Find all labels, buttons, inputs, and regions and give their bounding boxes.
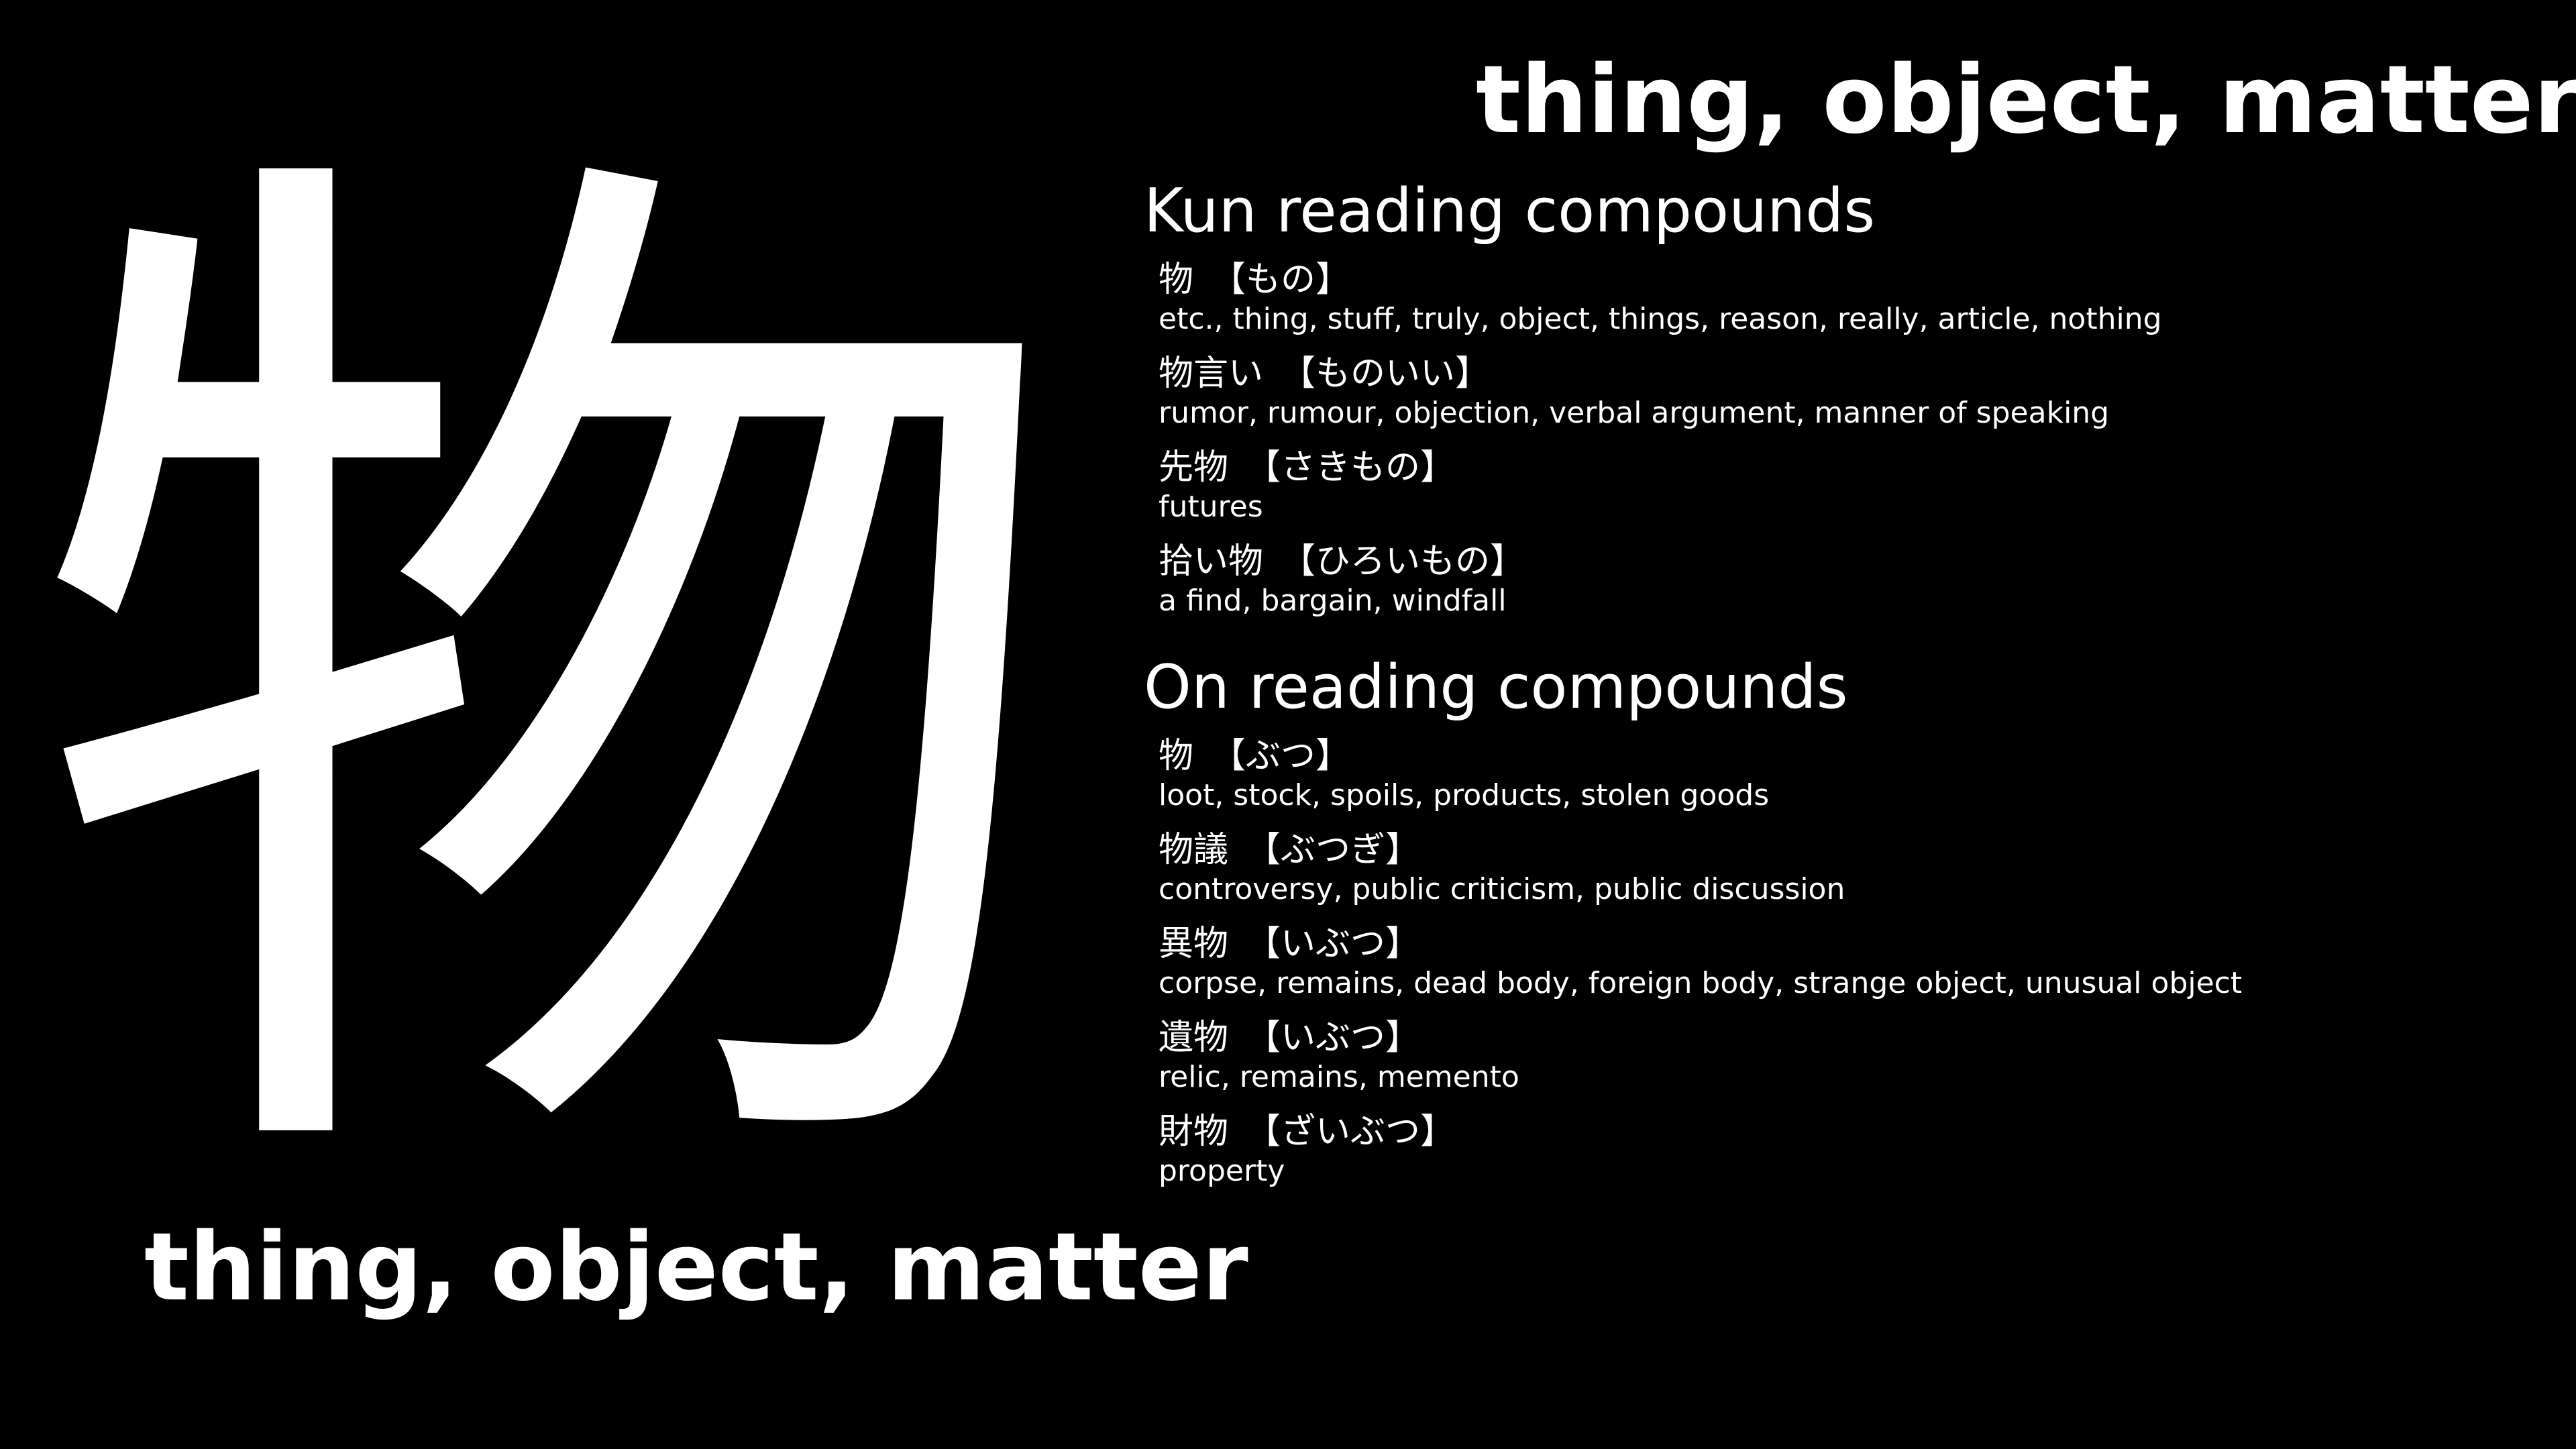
on-compound-entry: 財物 【ざいぶつ】 property — [1159, 1110, 2526, 1189]
meaning-heading-top: thing, object, matter — [1476, 46, 2576, 155]
compound-heading: 物議 【ぶつぎ】 — [1159, 828, 2526, 871]
compound-gloss: a find, bargain, windfall — [1159, 584, 1507, 618]
compound-gloss: property — [1159, 1154, 1285, 1188]
compound-reading: 【もの】 — [1211, 260, 1351, 300]
on-section-title: On reading compounds — [1144, 652, 1848, 722]
compound-heading: 異物 【いぶつ】 — [1159, 922, 2526, 965]
compound-reading: 【ざいぶつ】 — [1246, 1112, 1456, 1152]
kun-compound-entry: 物【もの】 etc., thing, stuff, truly, object,… — [1159, 258, 2526, 337]
compound-gloss: controversy, public criticism, public di… — [1159, 872, 1845, 906]
compound-gloss: corpse, remains, dead body, foreign body… — [1159, 966, 2243, 1000]
compound-word: 先物 — [1159, 447, 1229, 488]
on-compound-entry: 遺物 【いぶつ】 relic, remains, memento — [1159, 1016, 2526, 1095]
kun-reading-section: Kun reading compounds 物【もの】 etc., thing,… — [1144, 171, 2526, 634]
compound-reading: 【ぶつ】 — [1211, 736, 1351, 776]
compound-heading: 拾い物 【ひろいもの】 — [1159, 540, 2526, 583]
compound-word: 物言い — [1159, 354, 1264, 394]
on-compound-entry: 物議 【ぶつぎ】 controversy, public criticism, p… — [1159, 828, 2526, 908]
compound-word: 財物 — [1159, 1112, 1229, 1152]
compound-reading: 【ぶつぎ】 — [1246, 830, 1421, 870]
compound-word: 物議 — [1159, 830, 1229, 870]
compound-reading: 【ひろいもの】 — [1281, 541, 1525, 582]
compound-reading: 【さきもの】 — [1246, 447, 1456, 488]
compound-reading: 【いぶつ】 — [1246, 1018, 1421, 1058]
compound-reading: 【ものいい】 — [1281, 354, 1491, 394]
compound-word: 拾い物 — [1159, 541, 1264, 582]
compound-heading: 物【ぶつ】 — [1159, 735, 2526, 777]
compound-word: 異物 — [1159, 924, 1229, 964]
compound-reading: 【いぶつ】 — [1246, 924, 1421, 964]
main-kanji: 物 — [27, 75, 1073, 1293]
compound-word: 物 — [1159, 736, 1194, 776]
compound-gloss: loot, stock, spoils, products, stolen go… — [1159, 778, 1770, 812]
compound-gloss: futures — [1159, 490, 1263, 524]
on-compound-entry: 異物 【いぶつ】 corpse, remains, dead body, fore… — [1159, 922, 2526, 1002]
compound-gloss: rumor, rumour, objection, verbal argumen… — [1159, 396, 2110, 430]
compound-heading: 先物 【さきもの】 — [1159, 446, 2526, 489]
on-reading-section: On reading compounds 物【ぶつ】 loot, stock, … — [1144, 647, 2526, 1204]
kun-compound-entry: 拾い物 【ひろいもの】 a find, bargain, windfall — [1159, 540, 2526, 619]
kun-compound-entry: 物言い 【ものいい】 rumor, rumour, objection, verb… — [1159, 352, 2526, 431]
compound-word: 物 — [1159, 260, 1194, 300]
compound-heading: 財物 【ざいぶつ】 — [1159, 1110, 2526, 1153]
compound-gloss: relic, remains, memento — [1159, 1060, 1519, 1094]
compound-gloss: etc., thing, stuff, truly, object, thing… — [1159, 302, 2162, 336]
kun-section-title: Kun reading compounds — [1144, 176, 1876, 246]
compound-heading: 遺物 【いぶつ】 — [1159, 1016, 2526, 1059]
kun-compound-entry: 先物 【さきもの】 futures — [1159, 446, 2526, 525]
compound-word: 遺物 — [1159, 1018, 1229, 1058]
compound-heading: 物言い 【ものいい】 — [1159, 352, 2526, 395]
on-compound-entry: 物【ぶつ】 loot, stock, spoils, products, sto… — [1159, 735, 2526, 814]
compound-heading: 物【もの】 — [1159, 258, 2526, 301]
meaning-caption-bottom: thing, object, matter — [144, 1213, 1248, 1322]
